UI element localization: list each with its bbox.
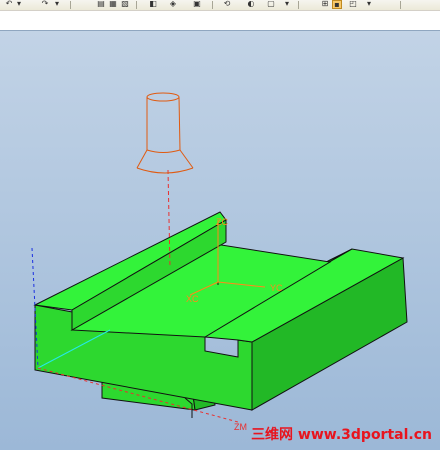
- axis-label-xc: XC: [186, 294, 199, 304]
- cutting-tool: [136, 92, 194, 174]
- cad-scene[interactable]: ZC YC XC ZM: [0, 0, 440, 450]
- axis-label-zc: ZC: [216, 217, 228, 227]
- watermark-text: 三维网 www.3dportal.cn: [251, 427, 432, 443]
- axis-label-zm: ZM: [234, 422, 247, 432]
- axis-label-yc: YC: [270, 283, 283, 293]
